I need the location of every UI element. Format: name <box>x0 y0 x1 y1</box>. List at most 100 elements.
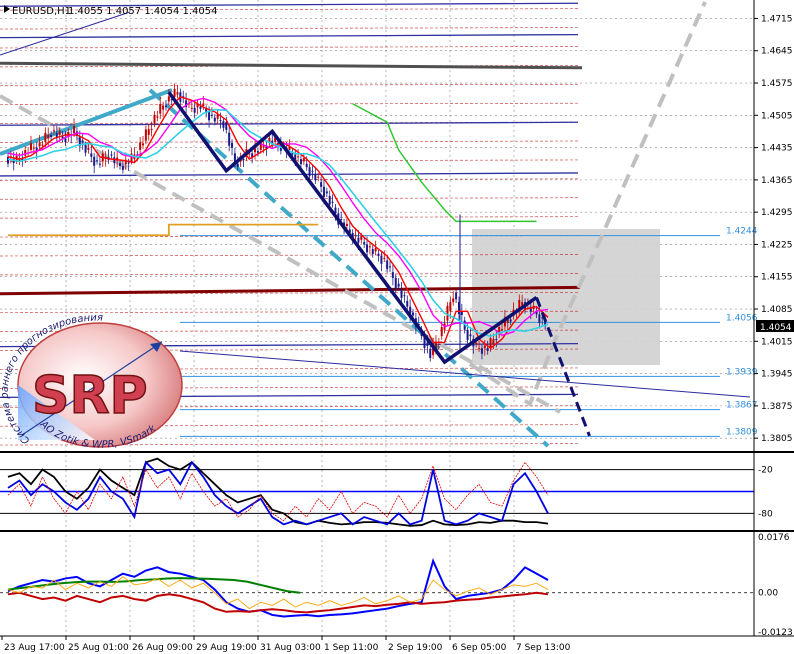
current-price-label: 1.4054 <box>756 320 794 333</box>
candle-body <box>162 105 165 110</box>
candle-body <box>495 339 498 340</box>
candle-body <box>455 292 458 300</box>
candle-body <box>302 158 305 162</box>
candle-body <box>322 186 325 197</box>
candle-body <box>213 117 216 122</box>
candle-body <box>311 170 314 172</box>
candle-body <box>110 154 113 156</box>
candle-body <box>360 236 363 240</box>
candle-body <box>210 114 213 116</box>
level-price-label: 1.4056 <box>726 313 758 323</box>
candle-body <box>406 300 409 307</box>
candle-body <box>386 260 389 270</box>
candle-body <box>371 249 374 255</box>
candle-body <box>164 105 167 108</box>
candle-body <box>219 119 222 122</box>
candle-body <box>299 159 302 165</box>
candle-body <box>113 157 116 164</box>
candle-body <box>328 196 331 205</box>
candle-body <box>509 319 512 322</box>
candle-body <box>305 163 308 168</box>
candle-body <box>492 339 495 344</box>
candle-body <box>466 329 469 340</box>
candle-body <box>325 191 328 194</box>
candle-body <box>368 246 371 248</box>
header-ohlc: 1.4055 1.4057 1.4054 1.4054 <box>68 6 218 17</box>
candle-body <box>412 312 414 316</box>
candle-body <box>87 147 90 150</box>
time-tick-label: 7 Sep 13:00 <box>516 643 571 653</box>
level-price-label: 1.3867 <box>726 401 758 411</box>
price-tick-label: 1.3875 <box>761 402 793 412</box>
candle-body <box>394 277 397 290</box>
candle-body <box>173 89 176 97</box>
candle-body <box>478 348 481 350</box>
candle-body <box>29 143 32 150</box>
candle-body <box>190 107 193 109</box>
price-tick-label: 1.4085 <box>761 305 793 315</box>
candle-body <box>144 129 147 141</box>
price-tick-label: 1.3805 <box>761 434 793 444</box>
price-tick-label: 1.4645 <box>761 47 793 57</box>
candle-body <box>331 201 334 203</box>
candle-body <box>354 234 357 236</box>
candle-body <box>380 255 383 264</box>
candle-body <box>52 130 55 132</box>
candle-body <box>297 156 300 158</box>
candle-body <box>167 96 170 102</box>
candle-body <box>127 162 130 164</box>
candle-body <box>449 302 452 312</box>
candle-body <box>38 142 41 147</box>
time-tick-label: 29 Aug 19:00 <box>196 643 257 653</box>
candle-body <box>50 134 53 137</box>
trading-chart[interactable]: 1.42441.40561.39391.38671.3809 SRP Систе… <box>0 0 794 654</box>
time-tick-label: 23 Aug 17:00 <box>4 643 65 653</box>
candle-body <box>403 295 406 297</box>
candle-body <box>159 104 162 114</box>
candle-body <box>501 329 504 331</box>
candle-body <box>314 174 317 181</box>
candle-body <box>242 159 245 161</box>
candle-body <box>7 156 9 164</box>
wpr-tick-label: -20 <box>758 466 773 476</box>
candle-body <box>142 143 144 146</box>
osc-tick-label: -0.0123 <box>758 628 793 638</box>
candle-body <box>317 176 320 178</box>
candle-body <box>121 166 124 170</box>
candle-body <box>47 134 50 139</box>
price-tick-label: 1.4505 <box>761 111 793 121</box>
candle-body <box>483 345 486 349</box>
candle-body <box>139 142 142 150</box>
price-tick-label: 1.4575 <box>761 79 793 89</box>
candle-body <box>64 138 67 143</box>
candle-body <box>150 128 153 130</box>
candle-body <box>176 92 179 95</box>
chart-header: EURUSD,H1 1.4055 1.4057 1.4054 1.4054 <box>4 5 218 17</box>
logo-letters: SRP <box>32 366 148 426</box>
candle-body <box>397 283 400 287</box>
candle-body <box>225 122 228 130</box>
osc-tick-label: 0.0176 <box>758 533 790 543</box>
candle-body <box>44 132 47 142</box>
price-tick-label: 1.4365 <box>761 176 793 186</box>
candle-body <box>84 145 87 153</box>
level-price-label: 1.4244 <box>726 227 758 237</box>
candle-body <box>389 266 392 268</box>
candle-body <box>475 342 478 344</box>
candle-body <box>345 223 348 226</box>
candle-body <box>153 114 156 124</box>
candle-body <box>58 131 61 135</box>
candle-body <box>426 342 429 347</box>
time-tick-label: 2 Sep 19:00 <box>388 643 443 653</box>
candle-body <box>538 314 541 323</box>
candle-body <box>93 156 96 166</box>
candle-body <box>236 163 239 167</box>
candle-body <box>98 163 101 165</box>
time-tick-label: 26 Aug 09:00 <box>132 643 193 653</box>
candle-body <box>41 144 44 146</box>
candle-body <box>208 111 211 121</box>
candle-body <box>231 142 234 148</box>
candle-body <box>90 153 93 157</box>
candle-body <box>156 116 159 118</box>
candle-body <box>73 125 76 134</box>
